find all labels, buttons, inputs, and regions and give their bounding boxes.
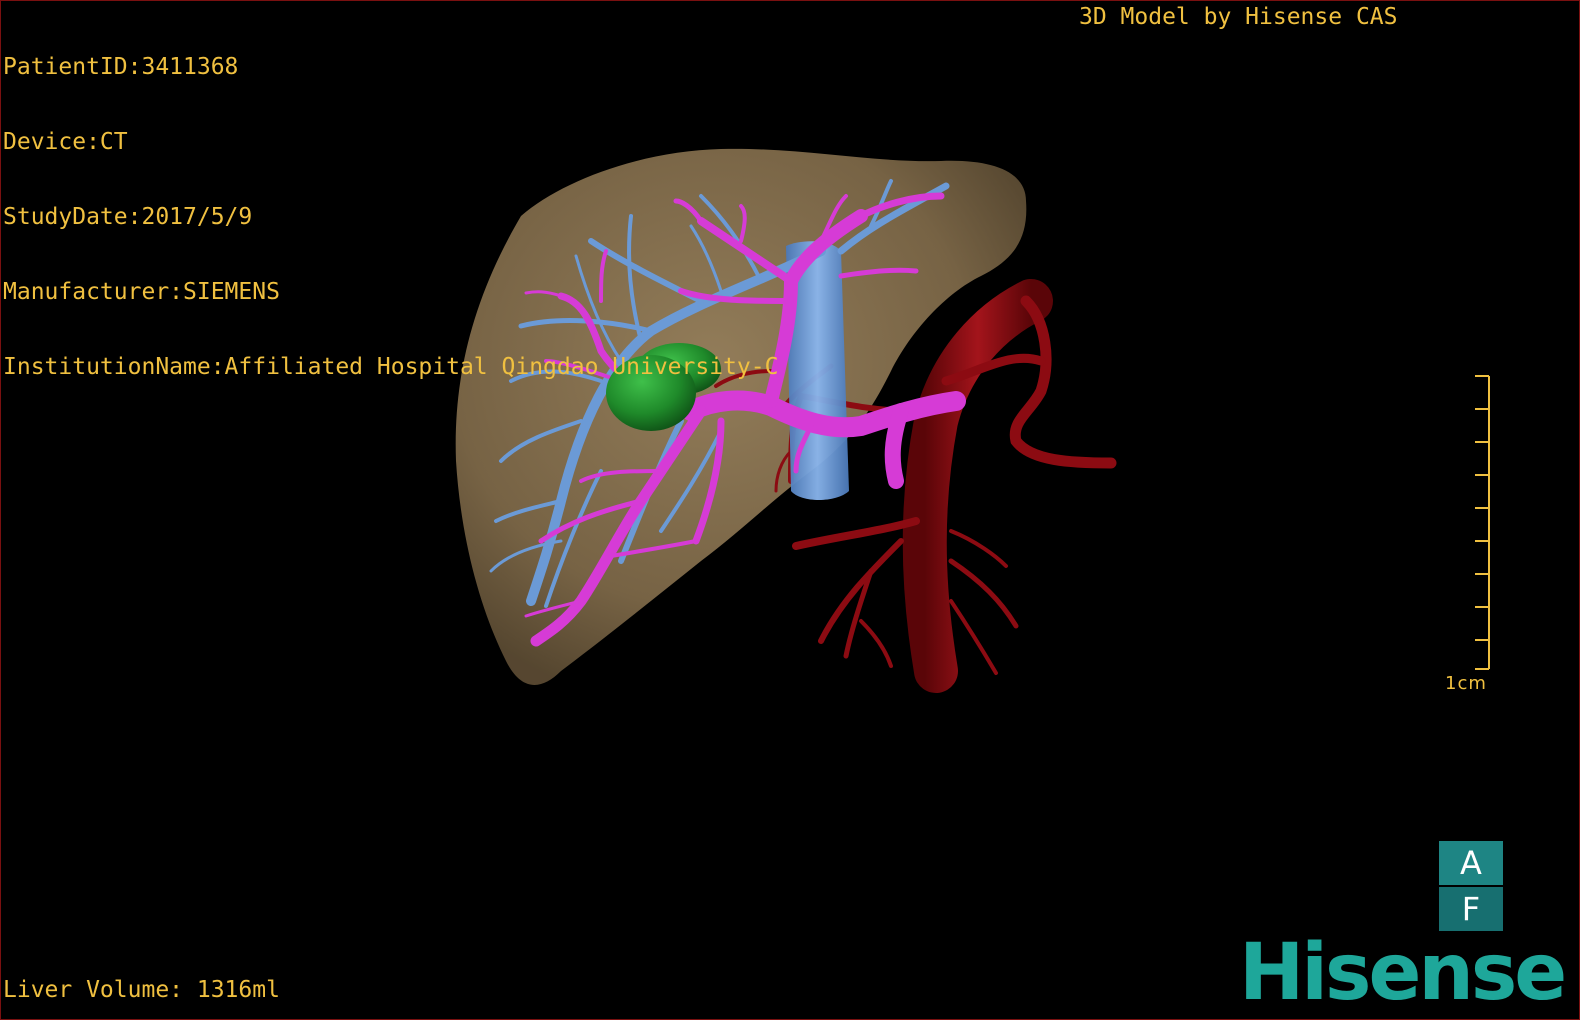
patient-id-label: PatientID:3411368 <box>3 54 239 80</box>
manufacturer-label: Manufacturer:SIEMENS <box>3 279 280 305</box>
liver-volume-label: Liver Volume: 1316ml <box>3 977 280 1003</box>
3d-viewport[interactable]: PatientID:3411368 Device:CT StudyDate:20… <box>0 0 1580 1020</box>
scale-bar <box>1475 375 1490 670</box>
study-info: PatientID:3411368 Device:CT StudyDate:20… <box>3 5 778 430</box>
device-label: Device:CT <box>3 129 128 155</box>
orientation-face-top[interactable]: A <box>1439 841 1503 885</box>
orientation-cube[interactable]: A F <box>1439 841 1503 931</box>
institution-label: InstitutionName:Affiliated Hospital Qing… <box>3 354 779 380</box>
scale-bar-label: 1cm <box>1445 673 1487 694</box>
viewer-title: 3D Model by Hisense CAS <box>1079 4 1398 30</box>
hisense-logo: Hisense <box>1239 928 1567 1018</box>
orientation-face-bottom[interactable]: F <box>1439 887 1503 931</box>
study-date-label: StudyDate:2017/5/9 <box>3 204 253 230</box>
